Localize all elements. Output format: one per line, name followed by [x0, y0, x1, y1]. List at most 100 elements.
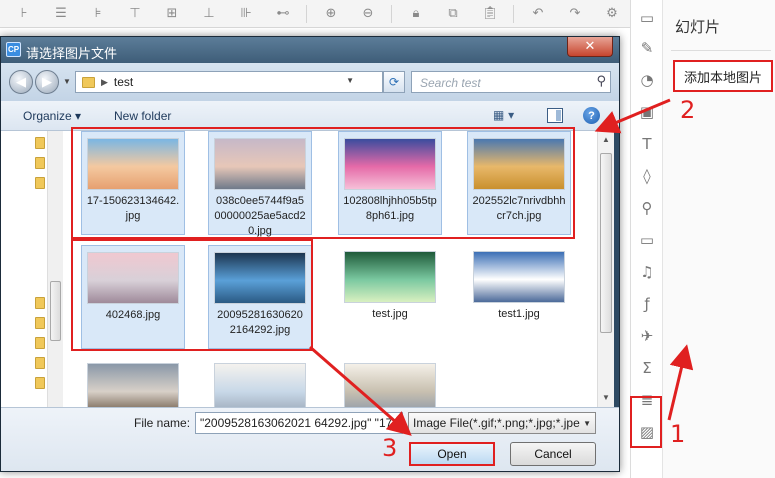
new-folder-button[interactable]: New folder — [114, 109, 171, 123]
back-button[interactable]: ◀ — [9, 70, 33, 94]
animation-icon[interactable]: ⚲ — [635, 196, 659, 220]
file-scroll-thumb[interactable] — [600, 153, 612, 333]
align-right-icon[interactable]: ⊧ — [85, 3, 111, 25]
nav-folder-icon[interactable] — [35, 137, 45, 149]
file-item[interactable]: 038c0ee5744f9a500000025ae5acd20.jpg — [208, 131, 312, 237]
text-icon[interactable]: T — [635, 132, 659, 156]
preview-pane-icon[interactable] — [547, 108, 563, 123]
file-grid: 17-150623134642.jpg 038c0ee5744f9a5000000… — [63, 131, 597, 407]
file-item[interactable] — [81, 357, 185, 407]
nav-folder-icon[interactable] — [35, 357, 45, 369]
breadcrumb-test[interactable]: test — [114, 75, 133, 89]
file-item[interactable]: test.jpg — [338, 245, 442, 349]
add-local-image-button[interactable]: 添加本地图片 — [673, 60, 773, 92]
file-item[interactable]: 202552lc7nrivdbhhcr7ch.jpg — [467, 131, 571, 235]
settings-icon[interactable]: ⚙ — [599, 3, 625, 25]
copy-icon[interactable]: ⧉ — [440, 3, 466, 25]
organize-menu[interactable]: Organize ▾ — [23, 109, 81, 123]
file-item[interactable]: 17-150623134642.jpg — [81, 131, 185, 235]
transition-icon[interactable]: ✈ — [635, 324, 659, 348]
file-name: 038c0ee5744f9a500000025ae5acd20.jpg — [214, 195, 306, 237]
breadcrumb-arrow-icon[interactable]: ▶ — [101, 77, 108, 88]
comment-icon[interactable]: ▭ — [635, 6, 659, 30]
file-thumbnail — [87, 138, 179, 190]
folder-icon — [82, 76, 95, 88]
zoom-in-icon[interactable]: ⊕ — [318, 3, 344, 25]
nav-scroll-thumb[interactable] — [50, 281, 61, 341]
align-center-h-icon[interactable]: ☰ — [48, 3, 74, 25]
address-dropdown[interactable]: ▼ — [346, 76, 354, 85]
file-type-select[interactable]: Image File(*.gif;*.png;*.jpg;*.jpe ▼ — [408, 412, 596, 434]
nav-folder-icon[interactable] — [35, 177, 45, 189]
file-name-input[interactable]: "2009528163062021 64292.jpg" "17- — [195, 412, 403, 434]
step-2-label: 2 — [680, 96, 696, 124]
distribute-v-icon[interactable]: ⊷ — [270, 3, 296, 25]
file-item[interactable]: 102808lhjhh05b5tp8ph61.jpg — [338, 131, 442, 235]
music-icon[interactable]: ♫ — [635, 260, 659, 284]
help-button[interactable]: ? — [583, 107, 600, 124]
close-button[interactable]: ✕ — [567, 37, 613, 57]
chevron-down-icon[interactable]: ▼ — [583, 419, 591, 428]
align-middle-icon[interactable]: ⊞ — [159, 3, 185, 25]
panel-title: 幻灯片 — [675, 19, 721, 36]
image-icon[interactable]: ▣ — [635, 100, 659, 124]
nav-folder-icon[interactable] — [35, 297, 45, 309]
folder-icon[interactable]: ▭ — [635, 228, 659, 252]
file-type-value: Image File(*.gif;*.png;*.jpg;*.jpe — [413, 416, 580, 430]
distribute-h-icon[interactable]: ⊪ — [233, 3, 259, 25]
command-bar: Organize ▾ New folder ▦ ▾ ? — [1, 101, 619, 131]
change-view-icon[interactable]: ▦ ▾ — [493, 108, 521, 124]
redo-icon[interactable]: ↷ — [562, 3, 588, 25]
file-thumbnail — [344, 363, 436, 407]
toolbar-separator — [513, 4, 514, 23]
file-name: 202552lc7nrivdbhhcr7ch.jpg — [472, 195, 566, 222]
file-thumbnail — [473, 138, 565, 190]
file-item[interactable]: 20095281630620 2164292.jpg — [208, 245, 312, 349]
search-placeholder: Search test — [420, 76, 481, 90]
file-thumbnail — [473, 251, 565, 303]
cancel-button[interactable]: Cancel — [510, 442, 596, 466]
step-3-label: 3 — [382, 434, 398, 462]
file-item[interactable]: test1.jpg — [467, 245, 571, 349]
search-input[interactable]: Search test ⚲ — [411, 71, 611, 93]
toolbar-separator — [306, 4, 307, 23]
scroll-up-icon[interactable]: ▲ — [602, 135, 610, 144]
file-thumbnail — [214, 363, 306, 407]
undo-icon[interactable]: ↶ — [525, 3, 551, 25]
paste-icon[interactable]: 📋︎ — [477, 3, 503, 25]
scroll-down-icon[interactable]: ▼ — [602, 393, 610, 402]
align-top-icon[interactable]: ⊤ — [122, 3, 148, 25]
shapes-icon[interactable]: ◔ — [635, 68, 659, 92]
sigma-icon[interactable]: Σ — [635, 356, 659, 380]
nav-scrollbar[interactable] — [47, 131, 63, 407]
align-left-icon[interactable]: ⊦ — [11, 3, 37, 25]
file-scrollbar[interactable]: ▲ ▼ — [597, 131, 614, 407]
align-bottom-icon[interactable]: ⊥ — [196, 3, 222, 25]
slideshow-image-icon[interactable]: ▨ — [635, 420, 659, 444]
refresh-button[interactable]: ⟳ — [383, 71, 405, 93]
file-name: 402468.jpg — [105, 309, 161, 321]
nav-folder-icon[interactable] — [35, 377, 45, 389]
fill-icon[interactable]: ◊ — [635, 164, 659, 188]
address-bar[interactable]: ▶ test ▼ — [75, 71, 383, 93]
right-icon-rail: ▭ ✎ ◔ ▣ T ◊ ⚲ ▭ ♫ ƒ ✈ Σ ≣ ▨ — [630, 0, 662, 478]
nav-folder-icon[interactable] — [35, 337, 45, 349]
file-open-dialog: CP 请选择图片文件 ✕ ◀ ▶ ▼ ▶ test ▼ ⟳ Search tes… — [0, 36, 620, 472]
zoom-out-icon[interactable]: ⊖ — [355, 3, 381, 25]
nav-folder-icon[interactable] — [35, 157, 45, 169]
file-thumbnail — [344, 251, 436, 303]
slides-panel: 幻灯片 添加本地图片 — [662, 0, 775, 478]
recent-locations-dropdown[interactable]: ▼ — [63, 77, 71, 86]
nav-folder-icon[interactable] — [35, 317, 45, 329]
file-item[interactable]: 402468.jpg — [81, 245, 185, 349]
file-item[interactable] — [208, 357, 312, 407]
pen-icon[interactable]: ✎ — [635, 36, 659, 60]
formula-icon[interactable]: ƒ — [635, 292, 659, 316]
layers-icon[interactable]: ≣ — [635, 388, 659, 412]
file-item[interactable] — [338, 357, 442, 407]
lock-icon[interactable]: 🔒︎ — [403, 3, 429, 25]
forward-button[interactable]: ▶ — [35, 70, 59, 94]
open-button[interactable]: Open — [409, 442, 495, 466]
search-icon[interactable]: ⚲ — [596, 74, 606, 89]
app-logo-icon: CP — [6, 42, 21, 57]
